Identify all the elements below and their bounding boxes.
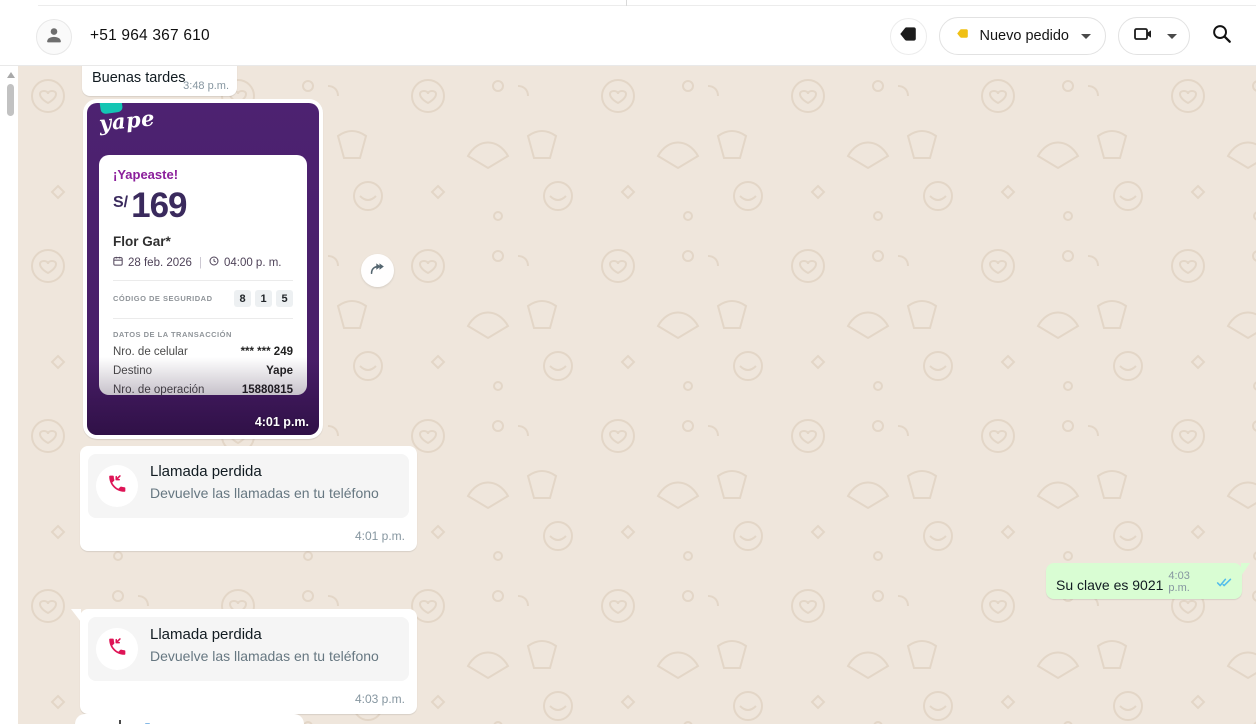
missed-call-subtitle: Devuelve las llamadas en tu teléfono bbox=[150, 485, 379, 501]
message-time: 4:03 p.m. bbox=[1168, 570, 1213, 594]
chat-window: +51 964 367 610 Nuevo pedido bbox=[0, 0, 1256, 724]
amount-value: 169 bbox=[131, 188, 186, 223]
chevron-down-icon bbox=[1081, 34, 1091, 39]
incoming-message-partial bbox=[75, 714, 304, 724]
missed-call-icon bbox=[106, 473, 128, 500]
incoming-missed-call-message: Llamada perdida Devuelve las llamadas en… bbox=[80, 609, 417, 714]
message-time: 4:03 p.m. bbox=[355, 692, 405, 706]
clock-icon bbox=[209, 256, 219, 269]
message-text: Buenas tardes bbox=[92, 70, 186, 86]
yape-logo: yape bbox=[98, 105, 156, 136]
scrollbar-thumb[interactable] bbox=[7, 84, 14, 116]
message-list: Buenas tardes 3:48 p.m. yape ¡Yapeaste! … bbox=[18, 66, 1256, 724]
message-time: 4:01 p.m. bbox=[255, 415, 309, 429]
forward-icon bbox=[368, 259, 387, 283]
currency-symbol: S/ bbox=[113, 194, 128, 212]
chevron-down-icon bbox=[1167, 34, 1177, 39]
read-receipt-double-check-icon bbox=[1216, 577, 1233, 588]
contact-avatar[interactable] bbox=[36, 19, 72, 55]
divider bbox=[113, 318, 293, 319]
conversation-header: +51 964 367 610 Nuevo pedido bbox=[0, 0, 1256, 66]
incoming-missed-call-message: Llamada perdida Devuelve las llamadas en… bbox=[80, 446, 417, 551]
receipt-date: 28 feb. 2026 bbox=[128, 257, 192, 269]
new-order-label: Nuevo pedido bbox=[980, 28, 1070, 44]
missed-call-icon bbox=[106, 636, 128, 663]
code-digit: 1 bbox=[255, 290, 272, 307]
receipt-datetime: 28 feb. 2026 | 04:00 p. m. bbox=[113, 256, 293, 269]
receipt-title: ¡Yapeaste! bbox=[113, 167, 293, 182]
missed-call-title: Llamada perdida bbox=[150, 626, 262, 643]
label-icon bbox=[897, 23, 919, 50]
bubble-tail bbox=[71, 609, 81, 622]
security-code-digits: 8 1 5 bbox=[234, 290, 293, 307]
missed-call-title: Llamada perdida bbox=[150, 463, 262, 480]
header-actions: Nuevo pedido bbox=[890, 17, 1241, 55]
partial-text-fragment bbox=[119, 720, 121, 724]
code-digit: 8 bbox=[234, 290, 251, 307]
scroll-up-arrow[interactable] bbox=[7, 72, 15, 78]
receipt-time: 04:00 p. m. bbox=[224, 257, 282, 269]
person-icon bbox=[43, 24, 65, 51]
incoming-image-yape-receipt[interactable]: yape ¡Yapeaste! S/ 169 Flor Gar* 28 feb.… bbox=[83, 99, 323, 439]
tag-icon bbox=[954, 25, 971, 47]
message-text: Su clave es 9021 bbox=[1056, 577, 1163, 593]
outgoing-message-key: Su clave es 9021 4:03 p.m. bbox=[1046, 563, 1242, 599]
receipt-amount: S/ 169 bbox=[113, 188, 293, 223]
code-digit: 5 bbox=[276, 290, 293, 307]
search-icon bbox=[1210, 22, 1233, 50]
message-time: 4:01 p.m. bbox=[355, 529, 405, 543]
recipient-name: Flor Gar* bbox=[113, 234, 293, 249]
divider bbox=[113, 280, 293, 281]
video-call-dropdown[interactable] bbox=[1118, 17, 1190, 55]
contact-phone-number[interactable]: +51 964 367 610 bbox=[90, 27, 210, 45]
transaction-section-label: DATOS DE LA TRANSACCIÓN bbox=[113, 330, 293, 339]
message-meta: 4:03 p.m. bbox=[1168, 570, 1233, 594]
forward-message-button[interactable] bbox=[361, 254, 394, 287]
label-button[interactable] bbox=[890, 18, 927, 55]
search-button[interactable] bbox=[1202, 17, 1240, 55]
pane-divider bbox=[626, 0, 627, 6]
calendar-icon bbox=[113, 256, 123, 269]
missed-call-icon-circle bbox=[96, 628, 138, 670]
video-camera-icon bbox=[1131, 22, 1155, 51]
new-order-dropdown[interactable]: Nuevo pedido bbox=[939, 17, 1107, 55]
yape-receipt-image: yape ¡Yapeaste! S/ 169 Flor Gar* 28 feb.… bbox=[87, 103, 319, 435]
security-code-row: CÓDIGO DE SEGURIDAD 8 1 5 bbox=[113, 290, 293, 307]
missed-call-subtitle: Devuelve las llamadas en tu teléfono bbox=[150, 648, 379, 664]
incoming-message-greeting: Buenas tardes 3:48 p.m. bbox=[82, 66, 237, 96]
separator: | bbox=[199, 257, 202, 269]
message-time: 3:48 p.m. bbox=[183, 80, 229, 92]
security-code-label: CÓDIGO DE SEGURIDAD bbox=[113, 294, 213, 303]
bubble-tail bbox=[1241, 563, 1250, 576]
missed-call-icon-circle bbox=[96, 465, 138, 507]
top-hairline bbox=[38, 5, 1256, 6]
